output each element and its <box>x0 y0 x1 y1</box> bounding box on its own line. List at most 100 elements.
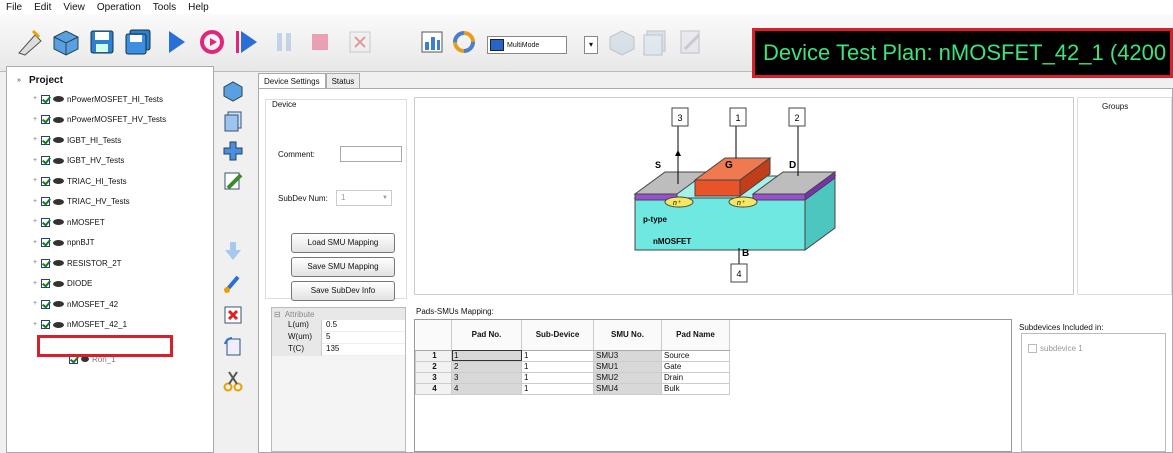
tree-item[interactable]: + nMOSFET <box>31 216 105 228</box>
tree-item[interactable]: + RESISTOR_2T <box>31 257 122 269</box>
pad-no-cell[interactable]: 1 <box>451 349 522 362</box>
add-icon[interactable] <box>222 140 244 162</box>
expand-icon[interactable]: + <box>31 280 39 288</box>
expand-icon[interactable]: + <box>31 239 39 247</box>
comment-input[interactable] <box>340 146 402 162</box>
pad-name-header[interactable]: Pad Name <box>661 320 730 351</box>
checkbox-icon[interactable] <box>41 94 50 104</box>
tree-item[interactable]: + TRIAC_HI_Tests <box>31 175 127 187</box>
collapse-icon[interactable]: » <box>15 77 23 85</box>
expand-icon[interactable]: + <box>31 157 39 165</box>
subdevice-item[interactable]: subdevice 1 <box>1028 344 1083 353</box>
sub-device-cell[interactable]: 1 <box>521 371 594 384</box>
scissors-icon[interactable] <box>222 370 244 392</box>
tree-item[interactable]: + nPowerMOSFET_HI_Tests <box>31 93 163 105</box>
stop-icon[interactable] <box>304 26 336 58</box>
copy-document-icon[interactable] <box>222 110 244 132</box>
expand-icon[interactable]: + <box>31 95 39 103</box>
smu-no-cell[interactable]: SMU4 <box>593 382 662 395</box>
tree-item[interactable]: + nPowerMOSFET_HV_Tests <box>31 114 166 126</box>
table-row[interactable]: 3 3 1 SMU2 Drain <box>415 371 730 384</box>
table-row[interactable]: 4 4 1 SMU4 Bulk <box>415 382 730 395</box>
edit-icon[interactable] <box>222 170 244 192</box>
collapse-box-icon[interactable]: ⊟ <box>274 310 281 319</box>
sub-device-cell[interactable]: 1 <box>521 382 594 395</box>
subdevice-checkbox[interactable] <box>1028 344 1037 353</box>
save-smu-mapping-button[interactable]: Save SMU Mapping <box>291 257 395 277</box>
tree-item[interactable]: + nMOSFET_42 <box>31 298 118 310</box>
menu-tools[interactable]: Tools <box>153 2 176 13</box>
expand-icon[interactable]: + <box>31 136 39 144</box>
tab-status[interactable]: Status <box>325 73 361 89</box>
menu-view[interactable]: View <box>63 2 85 13</box>
save-subdev-info-button[interactable]: Save SubDev Info <box>291 281 395 301</box>
sub-device-cell[interactable]: 1 <box>521 349 594 362</box>
load-smu-mapping-button[interactable]: Load SMU Mapping <box>291 233 395 253</box>
attribute-row[interactable]: W(um) 5 <box>272 332 405 344</box>
expand-icon[interactable]: + <box>31 218 39 226</box>
save-icon[interactable] <box>86 26 118 58</box>
tree-root[interactable]: » Project <box>15 75 63 86</box>
save-all-icon[interactable] <box>122 26 154 58</box>
open-icon[interactable] <box>50 26 82 58</box>
expand-icon[interactable]: + <box>31 300 39 308</box>
dropdown-arrow-icon[interactable]: ▾ <box>584 36 598 54</box>
attribute-value[interactable]: 5 <box>322 332 405 344</box>
run-icon[interactable] <box>160 26 192 58</box>
chart-icon[interactable] <box>416 26 448 58</box>
duplicate-icon[interactable] <box>640 26 672 58</box>
tree-item[interactable]: + npnBJT <box>31 237 95 249</box>
sub-device-cell[interactable]: 1 <box>521 360 594 373</box>
smu-no-cell[interactable]: SMU3 <box>593 349 662 362</box>
expand-icon[interactable]: + <box>31 177 39 185</box>
pad-no-header[interactable]: Pad No. <box>451 320 522 351</box>
menu-help[interactable]: Help <box>188 2 209 13</box>
new-icon[interactable] <box>14 26 46 58</box>
pad-name-cell[interactable]: Source <box>661 349 730 362</box>
menu-operation[interactable]: Operation <box>97 2 141 13</box>
pad-no-cell[interactable]: 2 <box>451 360 522 373</box>
run-append-icon[interactable] <box>232 26 264 58</box>
project-tree[interactable]: » Project + nPowerMOSFET_HI_Tests + nPowerM… <box>6 66 214 453</box>
checkbox-icon[interactable] <box>41 135 50 145</box>
brush-icon[interactable] <box>222 272 244 294</box>
smu-no-cell[interactable]: SMU1 <box>593 360 662 373</box>
checkbox-icon[interactable] <box>41 320 50 329</box>
menu-file[interactable]: File <box>6 2 22 13</box>
pad-name-cell[interactable]: Drain <box>661 371 730 384</box>
rotate-document-icon[interactable] <box>222 336 244 358</box>
tree-item[interactable]: + TRIAC_HV_Tests <box>31 196 130 208</box>
checkbox-icon[interactable] <box>41 217 50 227</box>
checkbox-icon[interactable] <box>41 197 50 206</box>
multimode-select[interactable]: MultiMode <box>487 36 567 54</box>
attribute-header[interactable]: ⊟ Attribute <box>272 308 405 320</box>
pad-name-cell[interactable]: Bulk <box>661 382 730 395</box>
tree-item[interactable]: + IGBT_HI_Tests <box>31 134 121 146</box>
checkbox-icon[interactable] <box>41 115 50 124</box>
menu-edit[interactable]: Edit <box>34 2 51 13</box>
tree-item[interactable]: + nMOSFET_42_1 <box>31 319 127 331</box>
device-cube-icon[interactable] <box>222 80 244 102</box>
checkbox-icon[interactable] <box>41 299 50 309</box>
tab-device-settings[interactable]: Device Settings <box>258 73 326 89</box>
run-continuous-icon[interactable] <box>196 26 228 58</box>
abort-icon[interactable] <box>344 26 376 58</box>
attribute-row[interactable]: L(um) 0.5 <box>272 320 405 332</box>
table-row[interactable]: 1 1 1 SMU3 Source <box>415 349 730 362</box>
checkbox-icon[interactable] <box>41 176 50 186</box>
checkbox-icon[interactable] <box>41 279 50 288</box>
expand-icon[interactable]: + <box>31 116 39 124</box>
tree-item[interactable]: + IGBT_HV_Tests <box>31 155 124 167</box>
smu-no-cell[interactable]: SMU2 <box>593 371 662 384</box>
smu-no-header[interactable]: SMU No. <box>593 320 662 351</box>
pad-name-cell[interactable]: Gate <box>661 360 730 373</box>
expand-icon[interactable]: + <box>31 198 39 206</box>
pause-icon[interactable] <box>268 26 300 58</box>
attribute-value[interactable]: 0.5 <box>322 320 405 332</box>
edit-document-icon[interactable] <box>674 26 706 58</box>
pad-no-cell[interactable]: 3 <box>451 371 522 384</box>
down-arrow-icon[interactable] <box>222 240 244 262</box>
attribute-value[interactable]: 135 <box>322 344 405 356</box>
checkbox-icon[interactable] <box>41 156 50 165</box>
refresh-icon[interactable] <box>448 26 480 58</box>
